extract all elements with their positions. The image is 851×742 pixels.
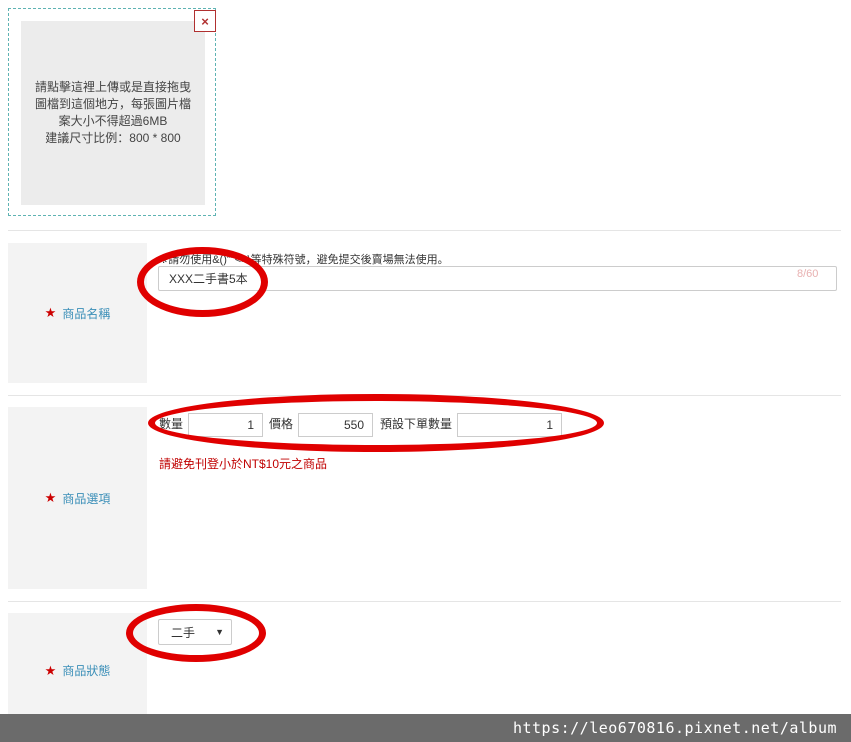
product-name-label: 商品名稱	[62, 306, 111, 321]
price-label: 價格	[269, 417, 294, 431]
remove-image-button[interactable]: ×	[194, 10, 216, 32]
product-name-label-cell: ★ 商品名稱	[8, 243, 147, 383]
required-star-icon: ★	[44, 662, 57, 678]
chevron-down-icon: ▼	[215, 627, 224, 637]
close-icon: ×	[201, 13, 209, 29]
divider	[8, 601, 841, 602]
watermark-bar: https://leo670816.pixnet.net/album	[0, 714, 851, 742]
product-name-input[interactable]	[158, 266, 837, 291]
product-status-select[interactable]: 二手 ▼	[158, 619, 232, 645]
minimum-price-warning: 請避免刊登小於NT$10元之商品	[159, 457, 328, 471]
divider	[8, 395, 841, 396]
status-selected-value: 二手	[171, 625, 196, 640]
character-counter: 8/60	[797, 268, 819, 280]
upload-placeholder[interactable]: 請點擊這裡上傳或是直接拖曳圖檔到這個地方，每張圖片檔案大小不得超過6MB 建議尺…	[21, 21, 205, 205]
product-status-label-cell: ★ 商品狀態	[8, 613, 147, 728]
product-status-label: 商品狀態	[62, 664, 111, 678]
required-star-icon: ★	[44, 490, 57, 505]
upload-instructions: 請點擊這裡上傳或是直接拖曳圖檔到這個地方，每張圖片檔案大小不得超過6MB 建議尺…	[35, 80, 192, 145]
divider	[8, 230, 841, 231]
product-options-label-cell: ★ 商品選項	[8, 407, 147, 589]
image-upload-dropzone[interactable]: 請點擊這裡上傳或是直接拖曳圖檔到這個地方，每張圖片檔案大小不得超過6MB 建議尺…	[8, 8, 216, 216]
watermark-url: https://leo670816.pixnet.net/album	[512, 719, 837, 737]
required-star-icon: ★	[44, 305, 57, 320]
quantity-input[interactable]	[188, 413, 263, 437]
special-char-hint: ※請勿使用&()""<>\等特殊符號，避免提交後賣場無法使用。	[159, 254, 449, 266]
price-input[interactable]	[298, 413, 373, 437]
quantity-label: 數量	[159, 417, 184, 431]
default-order-quantity-label: 預設下單數量	[380, 417, 453, 431]
product-options-label: 商品選項	[62, 491, 111, 506]
default-order-quantity-input[interactable]	[457, 413, 562, 437]
